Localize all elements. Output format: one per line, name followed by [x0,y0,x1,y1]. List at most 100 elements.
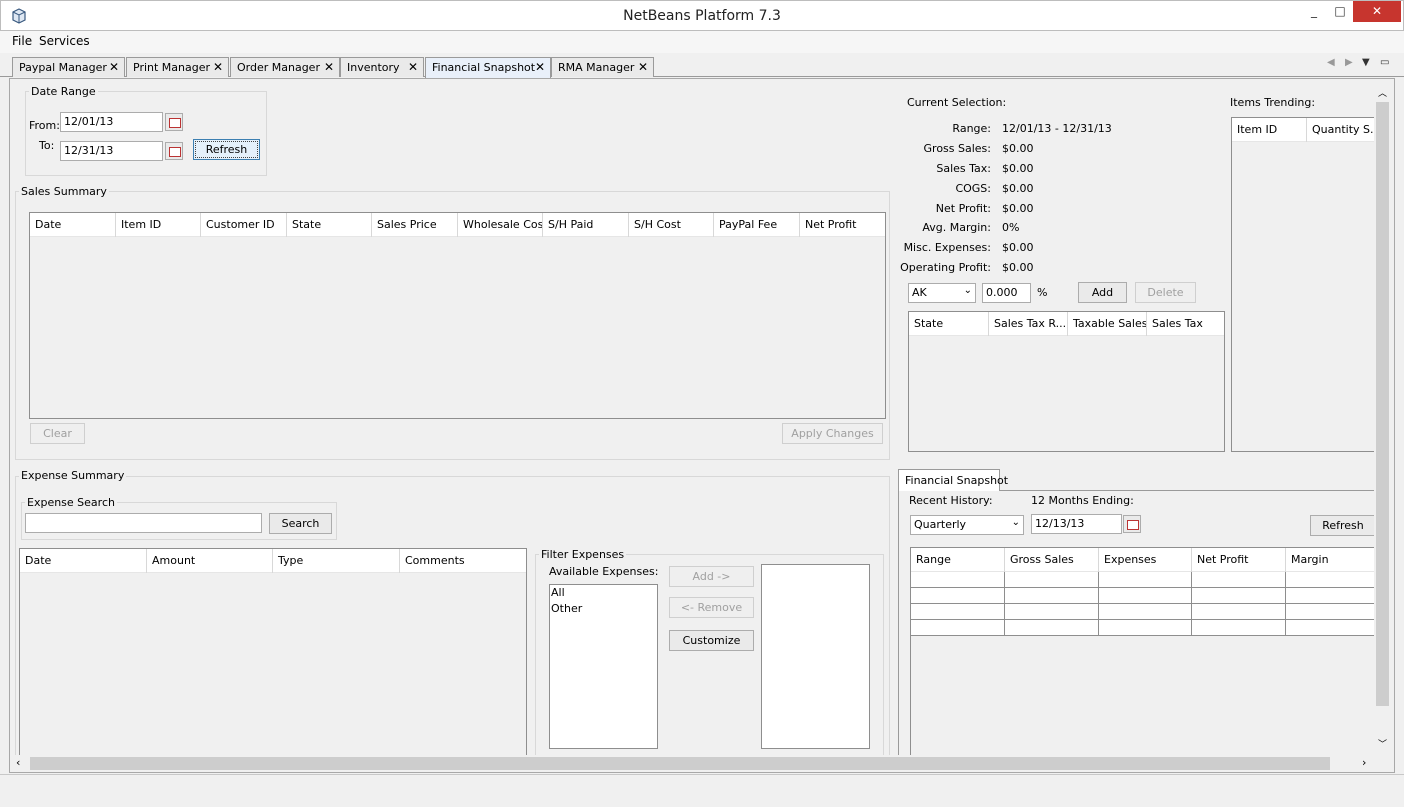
column-header-item-id[interactable]: Item ID [1232,118,1307,142]
column-header-customer-id[interactable]: Customer ID [201,213,287,237]
date-range-group [25,91,267,176]
tab-label: Order Manager [237,61,320,74]
scroll-tabs-left-icon[interactable]: ◀ [1327,57,1335,68]
column-header-item-id[interactable]: Item ID [116,213,201,237]
scroll-left-icon[interactable]: ‹ [16,756,20,769]
sales-summary-table[interactable]: Date Item ID Customer ID State Sales Pri… [29,212,886,419]
scroll-up-icon[interactable]: ︿ [1378,86,1387,99]
menu-bar: File Services [0,31,1404,53]
column-header-quantity-sold[interactable]: Quantity S... [1307,118,1375,142]
range-value: 12/01/13 - 12/31/13 [1002,122,1112,135]
tab-close-icon[interactable]: ✕ [213,60,223,74]
table-row[interactable] [911,588,1376,604]
column-header-sales-price[interactable]: Sales Price [372,213,458,237]
column-header-date[interactable]: Date [20,549,147,573]
table-row[interactable] [911,604,1376,620]
misc-expenses-value: $0.00 [1002,241,1034,254]
column-header-state[interactable]: State [287,213,372,237]
column-header-net-profit[interactable]: Net Profit [1192,548,1286,572]
column-header-state[interactable]: State [909,312,989,336]
tab-inventory[interactable]: Inventory ✕ [340,57,424,77]
tab-close-icon[interactable]: ✕ [535,60,545,74]
tab-close-icon[interactable]: ✕ [408,60,418,74]
state-select[interactable]: AK ⌄ [908,283,976,303]
tab-financial-snapshot[interactable]: Financial Snapshot ✕ [425,57,551,78]
expense-summary-legend: Expense Summary [19,469,127,482]
months-ending-calendar-icon[interactable] [1123,515,1141,533]
column-header-sales-tax[interactable]: Sales Tax [1147,312,1224,336]
avg-margin-value: 0% [1002,221,1020,234]
available-expenses-list[interactable]: All Other [549,584,658,749]
add-tax-button[interactable]: Add [1078,282,1127,303]
history-table[interactable]: Range Gross Sales Expenses Net Profit Ma… [910,547,1376,763]
column-header-gross-sales[interactable]: Gross Sales [1005,548,1099,572]
tab-paypal-manager[interactable]: Paypal Manager ✕ [12,57,125,77]
tab-close-icon[interactable]: ✕ [638,60,648,74]
apply-changes-button[interactable]: Apply Changes [782,423,883,444]
column-header-wholesale-cost[interactable]: Wholesale Cost [458,213,543,237]
current-selection-title: Current Selection: [907,96,1007,109]
vertical-scrollbar[interactable]: ︿ ﹀ [1374,85,1391,755]
column-header-margin[interactable]: Margin [1286,548,1376,572]
column-header-type[interactable]: Type [273,549,400,573]
close-window-button[interactable]: ✕ [1353,1,1401,22]
tab-financial-snapshot-sub[interactable]: Financial Snapshot [898,469,1008,491]
column-header-taxable-sales[interactable]: Taxable Sales [1068,312,1147,336]
maximize-button[interactable]: □ [1326,1,1354,22]
horizontal-scrollbar[interactable]: ‹ › [12,755,1374,772]
column-header-date[interactable]: Date [30,213,116,237]
clear-button[interactable]: Clear [30,423,85,444]
tab-rma-manager[interactable]: RMA Manager ✕ [551,57,654,77]
tab-close-icon[interactable]: ✕ [324,60,334,74]
list-item[interactable]: Other [550,601,657,617]
months-ending-field[interactable]: 12/13/13 [1031,514,1122,534]
date-refresh-button[interactable]: Refresh [193,139,260,160]
add-expense-filter-button[interactable]: Add -> [669,566,754,587]
filter-expenses-legend: Filter Expenses [539,548,627,561]
delete-tax-button[interactable]: Delete [1135,282,1196,303]
expense-table[interactable]: Date Amount Type Comments [19,548,527,763]
expense-search-button[interactable]: Search [269,513,332,534]
column-header-comments[interactable]: Comments [400,549,526,573]
from-calendar-icon[interactable] [165,113,183,131]
recent-history-select[interactable]: Quarterly ⌄ [910,515,1024,535]
cogs-value: $0.00 [1002,182,1034,195]
customize-button[interactable]: Customize [669,630,754,651]
horizontal-scroll-thumb[interactable] [30,757,1330,770]
items-trending-table[interactable]: Item ID Quantity S... [1231,117,1376,452]
remove-expense-filter-button[interactable]: <- Remove [669,597,754,618]
table-row[interactable] [911,572,1376,588]
column-header-paypal-fee[interactable]: PayPal Fee [714,213,800,237]
tab-list-dropdown-icon[interactable]: ▼ [1362,57,1370,68]
expense-search-input[interactable] [25,513,262,533]
list-item[interactable]: All [550,585,657,601]
tab-label: RMA Manager [558,61,635,74]
to-calendar-icon[interactable] [165,142,183,160]
column-header-sh-paid[interactable]: S/H Paid [543,213,629,237]
column-header-net-profit[interactable]: Net Profit [800,213,885,237]
column-header-range[interactable]: Range [911,548,1005,572]
items-trending-title: Items Trending: [1230,96,1316,109]
menu-file[interactable]: File [12,34,32,48]
maximize-tab-icon[interactable]: ▭ [1380,57,1389,68]
snapshot-refresh-button[interactable]: Refresh [1310,515,1376,536]
column-header-amount[interactable]: Amount [147,549,273,573]
sales-tax-table[interactable]: State Sales Tax R... Taxable Sales Sales… [908,311,1225,452]
tab-order-manager[interactable]: Order Manager ✕ [230,57,340,77]
to-date-field[interactable]: 12/31/13 [60,141,163,161]
tax-percent-field[interactable]: 0.000 [982,283,1031,303]
column-header-expenses[interactable]: Expenses [1099,548,1192,572]
scroll-tabs-right-icon[interactable]: ▶ [1345,57,1353,68]
column-header-sh-cost[interactable]: S/H Cost [629,213,714,237]
tab-close-icon[interactable]: ✕ [109,60,119,74]
scroll-right-icon[interactable]: › [1362,756,1366,769]
selected-expenses-list[interactable] [761,564,870,749]
tab-print-manager[interactable]: Print Manager ✕ [126,57,229,77]
menu-services[interactable]: Services [39,34,90,48]
from-date-field[interactable]: 12/01/13 [60,112,163,132]
scroll-down-icon[interactable]: ﹀ [1378,737,1387,750]
table-row[interactable] [911,620,1376,636]
vertical-scroll-thumb[interactable] [1376,102,1389,706]
minimize-button[interactable]: _ [1299,1,1329,22]
column-header-sales-tax-rate[interactable]: Sales Tax R... [989,312,1068,336]
